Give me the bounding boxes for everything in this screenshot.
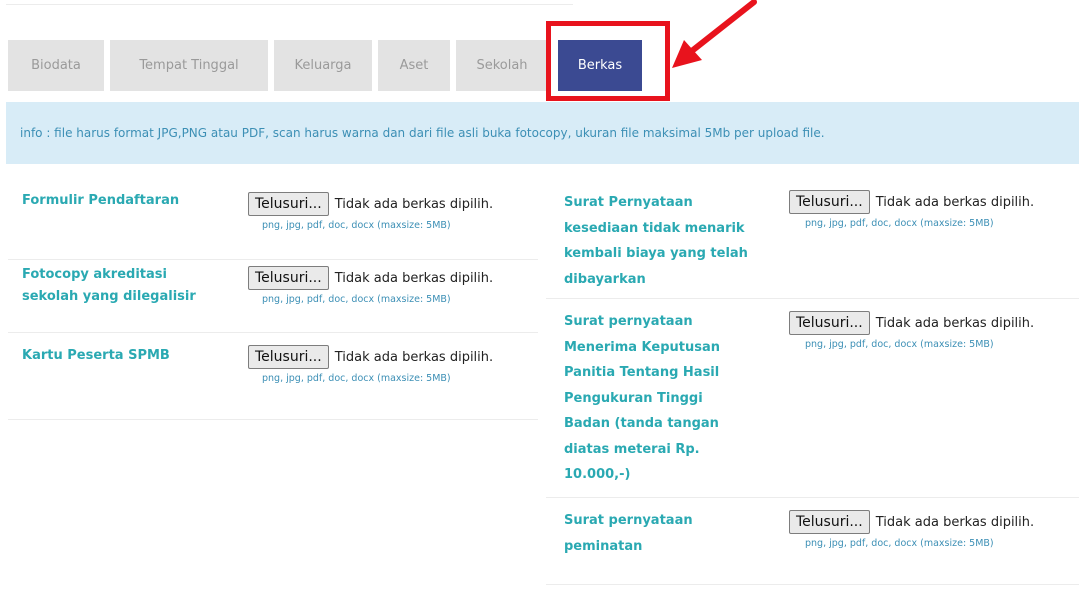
annotation-highlight-box	[546, 21, 670, 101]
tab-keluarga[interactable]: Keluarga	[274, 40, 372, 91]
no-file-text: Tidak ada berkas dipilih.	[875, 514, 1035, 530]
tab-sekolah[interactable]: Sekolah	[456, 40, 548, 91]
file-format-hint: png, jpg, pdf, doc, docx (maxsize: 5MB)	[805, 538, 994, 549]
no-file-text: Tidak ada berkas dipilih.	[875, 194, 1035, 210]
browse-button[interactable]: Telusuri...	[789, 510, 870, 534]
field-label: Surat Pernyataan kesediaan tidak menarik…	[564, 195, 748, 287]
upload-row: Surat Pernyataan kesediaan tidak menarik…	[546, 178, 1079, 299]
tab-tempat-tinggal[interactable]: Tempat Tinggal	[110, 40, 268, 91]
tab-biodata[interactable]: Biodata	[8, 40, 104, 91]
upload-column-left: Formulir Pendaftaran Telusuri... Tidak a…	[8, 178, 538, 420]
tab-aset[interactable]: Aset	[378, 40, 450, 91]
upload-row: Surat pernyataan Menerima Keputusan Pani…	[546, 299, 1079, 498]
divider	[6, 4, 573, 5]
field-label: Surat pernyataan peminatan	[564, 513, 693, 554]
info-text: info : file harus format JPG,PNG atau PD…	[20, 126, 825, 140]
browse-button[interactable]: Telusuri...	[789, 311, 870, 335]
no-file-text: Tidak ada berkas dipilih.	[334, 270, 494, 286]
file-format-hint: png, jpg, pdf, doc, docx (maxsize: 5MB)	[805, 339, 994, 350]
field-label: Surat pernyataan Menerima Keputusan Pani…	[564, 314, 720, 482]
file-format-hint: png, jpg, pdf, doc, docx (maxsize: 5MB)	[262, 220, 451, 231]
file-input-group: Telusuri... Tidak ada berkas dipilih. pn…	[248, 266, 493, 305]
upload-row: Fotocopy akreditasi sekolah yang dilegal…	[8, 260, 538, 333]
upload-row: Surat pernyataan peminatan Telusuri... T…	[546, 498, 1079, 585]
upload-column-right: Surat Pernyataan kesediaan tidak menarik…	[546, 178, 1079, 585]
field-label: Kartu Peserta SPMB	[22, 348, 170, 363]
browse-button[interactable]: Telusuri...	[789, 190, 870, 214]
field-label: Formulir Pendaftaran	[22, 193, 180, 208]
no-file-text: Tidak ada berkas dipilih.	[334, 349, 494, 365]
file-format-hint: png, jpg, pdf, doc, docx (maxsize: 5MB)	[262, 294, 451, 305]
info-alert: info : file harus format JPG,PNG atau PD…	[6, 102, 1079, 164]
field-label: Fotocopy akreditasi sekolah yang dilegal…	[22, 267, 196, 304]
annotation-arrow-icon	[672, 0, 757, 68]
file-format-hint: png, jpg, pdf, doc, docx (maxsize: 5MB)	[805, 218, 994, 229]
no-file-text: Tidak ada berkas dipilih.	[875, 315, 1035, 331]
browse-button[interactable]: Telusuri...	[248, 345, 329, 369]
upload-row: Kartu Peserta SPMB Telusuri... Tidak ada…	[8, 333, 538, 420]
no-file-text: Tidak ada berkas dipilih.	[334, 196, 494, 212]
upload-documents-page: Biodata Tempat Tinggal Keluarga Aset Sek…	[0, 0, 1079, 592]
browse-button[interactable]: Telusuri...	[248, 266, 329, 290]
upload-row: Formulir Pendaftaran Telusuri... Tidak a…	[8, 178, 538, 260]
browse-button[interactable]: Telusuri...	[248, 192, 329, 216]
file-input-group: Telusuri... Tidak ada berkas dipilih. pn…	[789, 190, 1034, 229]
file-input-group: Telusuri... Tidak ada berkas dipilih. pn…	[248, 192, 493, 231]
file-input-group: Telusuri... Tidak ada berkas dipilih. pn…	[789, 510, 1034, 549]
file-input-group: Telusuri... Tidak ada berkas dipilih. pn…	[789, 311, 1034, 350]
file-format-hint: png, jpg, pdf, doc, docx (maxsize: 5MB)	[262, 373, 451, 384]
file-input-group: Telusuri... Tidak ada berkas dipilih. pn…	[248, 345, 493, 384]
